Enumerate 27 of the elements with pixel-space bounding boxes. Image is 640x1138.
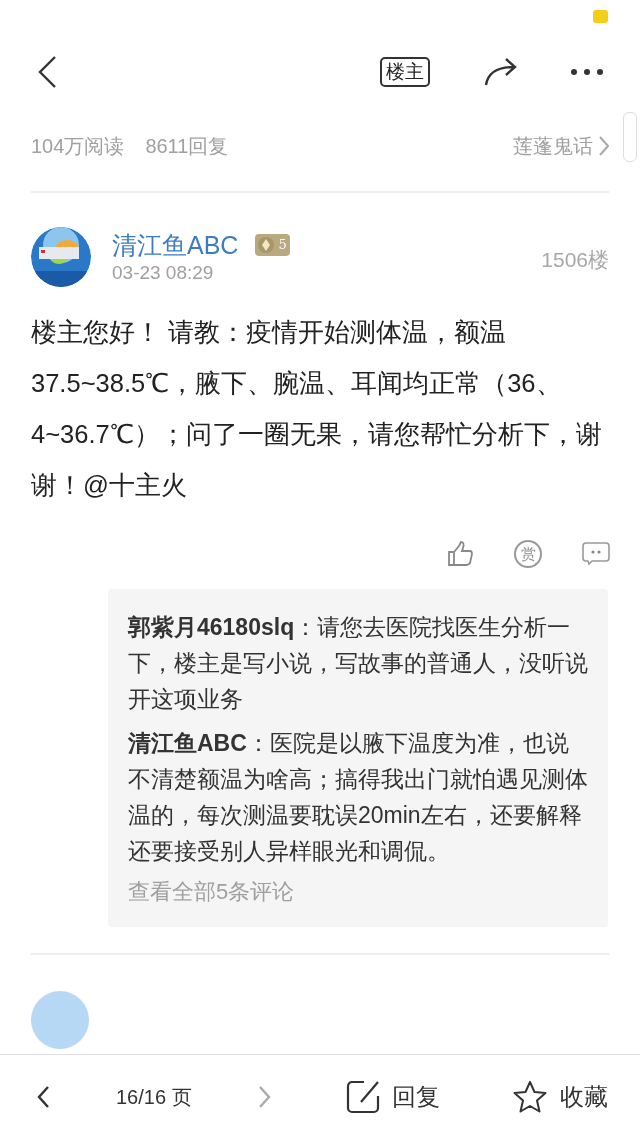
- page-indicator: 16/16 页: [116, 1084, 192, 1110]
- favorite-button[interactable]: 收藏: [511, 1078, 608, 1115]
- reply-button[interactable]: 回复: [345, 1078, 440, 1115]
- star-icon: [511, 1079, 548, 1114]
- post-time: 03-23 08:29: [112, 261, 215, 285]
- scroll-handle[interactable]: [623, 112, 637, 162]
- reward-button[interactable]: 赏: [514, 540, 542, 568]
- status-indicator: [593, 10, 608, 23]
- back-icon[interactable]: [36, 55, 58, 89]
- like-icon[interactable]: [447, 541, 474, 567]
- op-filter-button[interactable]: 楼主: [380, 57, 430, 87]
- edit-icon: [345, 1079, 380, 1114]
- previous-page-icon[interactable]: [36, 1084, 50, 1109]
- forum-link[interactable]: 莲蓬鬼话: [513, 130, 609, 161]
- comment-text: 郭紫月46180slq：请您去医院找医生分析一下，楼主是写小说，写故事的普通人，没听说开这项业务: [128, 613, 588, 714]
- comment-text: 清江鱼ABC：医院是以腋下温度为准，也说不清楚额温为啥高；搞得我出门就怕遇见测体温的，每次测温要耽误20min左右，还要解释还要接受别人异样眼光和调侃。: [128, 729, 588, 866]
- chevron-right-icon: [599, 135, 609, 156]
- reply-count: 8611回复: [145, 133, 229, 159]
- post-body: 楼主您好！ 请教：疫情开始测体温，额温37.5~38.5℃，腋下、腕温、耳闻均正常（36、4~36.7℃）；问了一圈无果，请您帮忙分析下，谢谢！@十主火: [31, 317, 603, 501]
- view-all-comments-link[interactable]: 查看全部5条评论: [128, 875, 588, 909]
- level-badge: 5: [255, 234, 290, 256]
- more-icon[interactable]: [570, 68, 604, 76]
- share-icon[interactable]: [484, 57, 518, 87]
- comment-icon[interactable]: [582, 542, 610, 566]
- author-name[interactable]: 清江鱼ABC: [112, 229, 239, 261]
- floor-number: 1506楼: [541, 247, 609, 274]
- read-count: 104万阅读: [31, 133, 125, 159]
